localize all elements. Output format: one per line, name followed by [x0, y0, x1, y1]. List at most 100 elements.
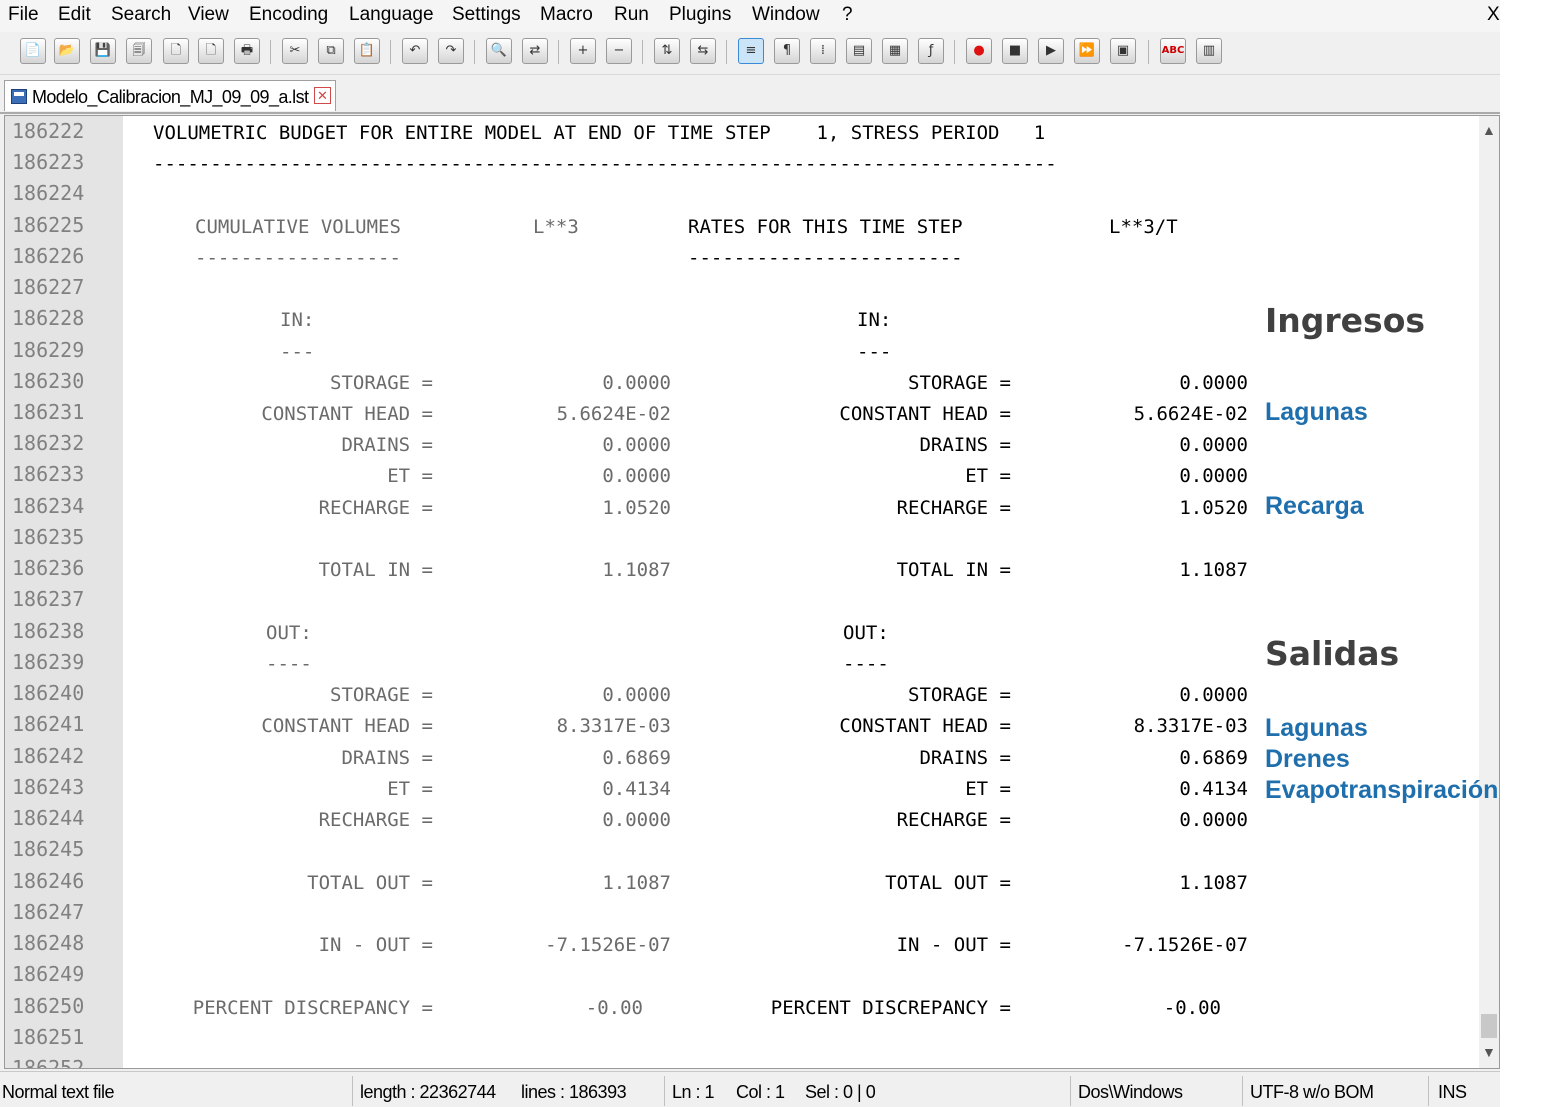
zoom-in-icon[interactable]: +	[570, 38, 596, 64]
status-encoding: UTF-8 w/o BOM	[1250, 1082, 1374, 1102]
line-number: 186243	[12, 775, 85, 799]
record-macro-icon[interactable]: ●	[966, 38, 992, 64]
cumulative-unit: L**3	[533, 216, 579, 238]
sync-vertical-icon[interactable]: ⇅	[654, 38, 680, 64]
menu-settings[interactable]: Settings	[452, 4, 521, 26]
cum-out-drains-label: DRAINS =	[341, 747, 433, 769]
rate-in-label: IN:	[857, 309, 892, 331]
line-number: 186234	[12, 494, 85, 518]
file-tab[interactable]: Modelo_Calibracion_MJ_09_09_a.lst ✕	[4, 80, 336, 111]
copy-icon[interactable]: ⧉	[318, 38, 344, 64]
cum-in-constant-head-value: 5.6624E-02	[556, 403, 671, 425]
open-file-icon[interactable]: 📂	[54, 38, 80, 64]
menu-plugins[interactable]: Plugins	[669, 4, 731, 26]
rate-out-storage-value: 0.0000	[1179, 684, 1248, 706]
rate-in-rule: ---	[857, 341, 892, 363]
status-separator	[1070, 1076, 1071, 1106]
menu-edit[interactable]: Edit	[58, 4, 91, 26]
stop-macro-icon[interactable]: ■	[1002, 38, 1028, 64]
scroll-down-icon[interactable]: ▼	[1482, 1044, 1496, 1060]
paste-icon[interactable]: 📋	[354, 38, 380, 64]
save-all-icon[interactable]: 🗐	[126, 38, 152, 64]
rate-out-storage-label: STORAGE =	[908, 684, 1011, 706]
rate-out-constant-head-value: 8.3317E-03	[1133, 715, 1248, 737]
new-file-icon[interactable]: 📄	[20, 38, 46, 64]
text-editor[interactable]: 186222 186223 186224 186225 186226 18622…	[4, 115, 1500, 1069]
cum-out-recharge-value: 0.0000	[602, 809, 671, 831]
rates-header: RATES FOR THIS TIME STEP	[688, 216, 963, 238]
play-macro-icon[interactable]: ▶	[1038, 38, 1064, 64]
line-number: 186229	[12, 338, 85, 362]
find-icon[interactable]: 🔍	[486, 38, 512, 64]
menu-run[interactable]: Run	[614, 4, 649, 26]
rate-percent-discrepancy-label: PERCENT DISCREPANCY =	[770, 997, 1011, 1019]
function-list-icon[interactable]: ƒ	[918, 38, 944, 64]
cum-total-out-value: 1.1087	[602, 872, 671, 894]
redo-icon[interactable]: ↷	[438, 38, 464, 64]
saved-file-icon	[11, 89, 27, 104]
undo-icon[interactable]: ↶	[402, 38, 428, 64]
scroll-up-icon[interactable]: ▲	[1482, 122, 1496, 138]
menu-language[interactable]: Language	[349, 4, 434, 26]
show-all-chars-icon[interactable]: ¶	[774, 38, 800, 64]
indent-guide-icon[interactable]: ⁞	[810, 38, 836, 64]
line-number: 186237	[12, 587, 85, 611]
cum-in-rule: ---	[280, 341, 315, 363]
line-number: 186225	[12, 213, 85, 237]
run-macro-multiple-icon[interactable]: ⏩	[1074, 38, 1100, 64]
zoom-out-icon[interactable]: −	[606, 38, 632, 64]
status-separator	[1428, 1076, 1429, 1106]
close-all-icon[interactable]: 🗋	[198, 38, 224, 64]
line-number: 186250	[12, 994, 85, 1018]
spell-settings-icon[interactable]: ▥	[1196, 38, 1222, 64]
rate-out-drains-value: 0.6869	[1179, 747, 1248, 769]
menu-macro[interactable]: Macro	[540, 4, 593, 26]
close-tab-icon[interactable]: ✕	[314, 87, 331, 104]
cum-in-label: IN:	[280, 309, 315, 331]
menu-view[interactable]: View	[188, 4, 229, 26]
toolbar-separator	[1148, 40, 1149, 64]
line-number: 186231	[12, 400, 85, 424]
scrollbar-thumb[interactable]	[1481, 1014, 1497, 1038]
close-document-button[interactable]: X	[1487, 4, 1500, 26]
menu-encoding[interactable]: Encoding	[249, 4, 328, 26]
line-number: 186223	[12, 150, 85, 174]
toolbar-separator	[270, 40, 271, 64]
cum-in-drains-label: DRAINS =	[341, 434, 433, 456]
save-icon[interactable]: 💾	[90, 38, 116, 64]
line-number: 186240	[12, 681, 85, 705]
line-number: 186226	[12, 244, 85, 268]
cum-in-recharge-value: 1.0520	[602, 497, 671, 519]
rate-in-constant-head-label: CONSTANT HEAD =	[839, 403, 1011, 425]
save-macro-icon[interactable]: ▣	[1110, 38, 1136, 64]
cum-in-storage-value: 0.0000	[602, 372, 671, 394]
line-number: 186239	[12, 650, 85, 674]
line-number: 186233	[12, 462, 85, 486]
print-icon[interactable]: 🖶	[234, 38, 260, 64]
word-wrap-icon[interactable]: ≡	[738, 38, 764, 64]
menu-file[interactable]: File	[8, 4, 39, 26]
toolbar-separator	[954, 40, 955, 64]
rate-out-et-label: ET =	[965, 778, 1011, 800]
cum-in-constant-head-label: CONSTANT HEAD =	[261, 403, 433, 425]
vertical-scrollbar[interactable]: ▲ ▼	[1479, 116, 1499, 1068]
sync-horizontal-icon[interactable]: ⇆	[690, 38, 716, 64]
menu-window[interactable]: Window	[752, 4, 820, 26]
line-number: 186224	[12, 181, 85, 205]
rate-in-et-label: ET =	[965, 465, 1011, 487]
status-bar: Normal text file length : 22362744 lines…	[0, 1071, 1500, 1107]
line-number: 186230	[12, 369, 85, 393]
replace-icon[interactable]: ⇄	[522, 38, 548, 64]
menu-help[interactable]: ?	[842, 4, 853, 26]
line-number: 186245	[12, 837, 85, 861]
cut-icon[interactable]: ✂	[282, 38, 308, 64]
user-language-icon[interactable]: ▤	[846, 38, 872, 64]
close-file-icon[interactable]: 🗋	[163, 38, 189, 64]
status-eol: Dos\Windows	[1078, 1082, 1183, 1102]
line-number: 186246	[12, 869, 85, 893]
spell-check-icon[interactable]: ABC	[1160, 38, 1186, 64]
cum-in-storage-label: STORAGE =	[330, 372, 433, 394]
document-map-icon[interactable]: ▦	[882, 38, 908, 64]
cumulative-rule: ------------------	[195, 247, 401, 269]
menu-search[interactable]: Search	[111, 4, 171, 26]
